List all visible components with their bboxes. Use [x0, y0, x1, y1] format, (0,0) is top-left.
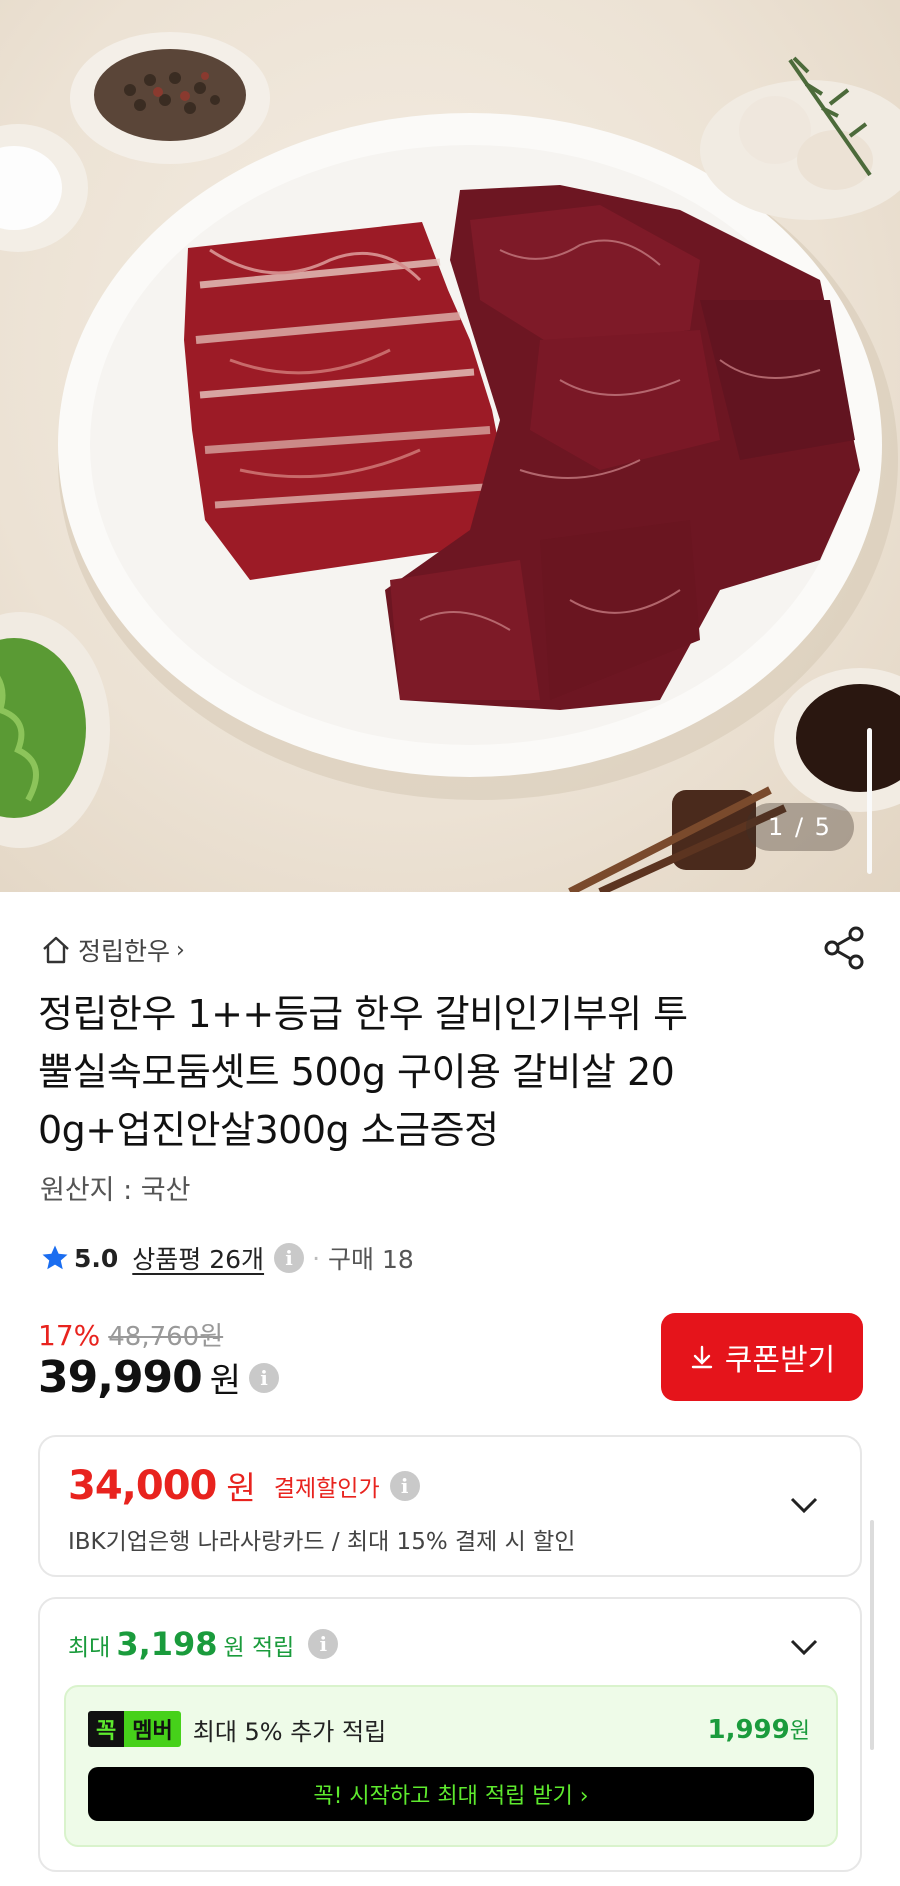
- member-badge: 멤버: [124, 1711, 181, 1747]
- origin-label: 원산지 : 국산: [40, 1175, 191, 1206]
- info-icon[interactable]: i: [308, 1629, 339, 1659]
- product-title: 정립한우 1++등급 한우 갈비인기부위 투 뿔실속모둠셋트 500g 구이용 …: [38, 985, 798, 1159]
- store-name: 정립한우: [78, 937, 171, 966]
- product-image-gallery[interactable]: 1 / 5: [0, 0, 900, 892]
- member-benefit-box: 꼭 멤버 최대 5% 추가 적립 1,999원 꼭! 시작하고 최대 적립 받기 …: [64, 1685, 838, 1847]
- star-icon: [42, 1245, 68, 1270]
- payment-discount-card[interactable]: 34,000 원 결제할인가 i IBK기업은행 나라사랑카드 / 최대 15%…: [38, 1435, 862, 1577]
- info-icon[interactable]: i: [274, 1243, 305, 1273]
- home-icon: [43, 936, 69, 964]
- separator-dot: ·: [312, 1243, 321, 1273]
- share-icon[interactable]: [818, 922, 870, 974]
- product-title-line: 정립한우 1++등급 한우 갈비인기부위 투: [38, 992, 688, 1036]
- member-benefit-text: 최대 5% 추가 적립: [192, 1717, 387, 1746]
- download-icon: [691, 1345, 712, 1369]
- product-photo: [0, 32, 900, 892]
- coupon-button-label: 쿠폰받기: [724, 1343, 836, 1378]
- points-summary: 최대 3,198 원 적립 i: [68, 1625, 339, 1663]
- chevron-down-icon[interactable]: [786, 1487, 822, 1523]
- points-prefix: 최대: [68, 1635, 111, 1661]
- price-row: 39,990 원 i: [38, 1352, 280, 1403]
- price-currency: 원: [209, 1361, 242, 1401]
- payment-discount-detail: IBK기업은행 나라사랑카드 / 최대 15% 결제 시 할인: [68, 1529, 576, 1555]
- gallery-scroll-indicator: [867, 728, 872, 874]
- start-membership-button[interactable]: 꼭! 시작하고 최대 적립 받기 ›: [88, 1767, 814, 1821]
- original-price: 48,760원: [108, 1322, 224, 1352]
- rating-row: 5.0 상품평 26개 i · 구매 18: [40, 1236, 414, 1280]
- purchase-count: 구매 18: [328, 1245, 414, 1274]
- store-link[interactable]: 정립한우 ›: [40, 930, 185, 970]
- member-benefit-row: 꼭 멤버 최대 5% 추가 적립: [88, 1711, 386, 1747]
- chevron-right-icon: ›: [176, 937, 185, 963]
- points-card: 최대 3,198 원 적립 i 꼭 멤버 최대 5% 추가 적립 1,999원 꼭…: [38, 1597, 862, 1872]
- payment-discount-price: 34,000: [68, 1463, 217, 1509]
- member-badge: 꼭: [88, 1711, 125, 1747]
- chevron-down-icon[interactable]: [786, 1629, 822, 1665]
- discount-percent: 17%: [38, 1319, 101, 1352]
- product-title-line: 0g+업진안살300g 소금증정: [38, 1108, 499, 1152]
- member-benefit-amount: 1,999원: [707, 1715, 811, 1745]
- reviews-link[interactable]: 상품평 26개: [132, 1240, 264, 1276]
- gallery-page-indicator: 1 / 5: [746, 803, 854, 851]
- info-icon[interactable]: i: [389, 1471, 420, 1501]
- payment-discount-currency: 원: [226, 1469, 256, 1507]
- page-scrollbar[interactable]: [870, 1520, 874, 1750]
- info-icon[interactable]: i: [249, 1362, 280, 1393]
- points-amount: 3,198: [116, 1625, 218, 1663]
- payment-discount-label: 결제할인가: [273, 1476, 380, 1502]
- coupon-download-button[interactable]: 쿠폰받기: [661, 1313, 863, 1401]
- product-title-line: 뿔실속모둠셋트 500g 구이용 갈비살 20: [38, 1050, 675, 1094]
- sale-price: 39,990: [38, 1352, 203, 1403]
- points-unit: 원 적립: [223, 1635, 295, 1661]
- discount-row: 17% 48,760원: [38, 1316, 223, 1353]
- rating-score: 5.0: [74, 1243, 119, 1273]
